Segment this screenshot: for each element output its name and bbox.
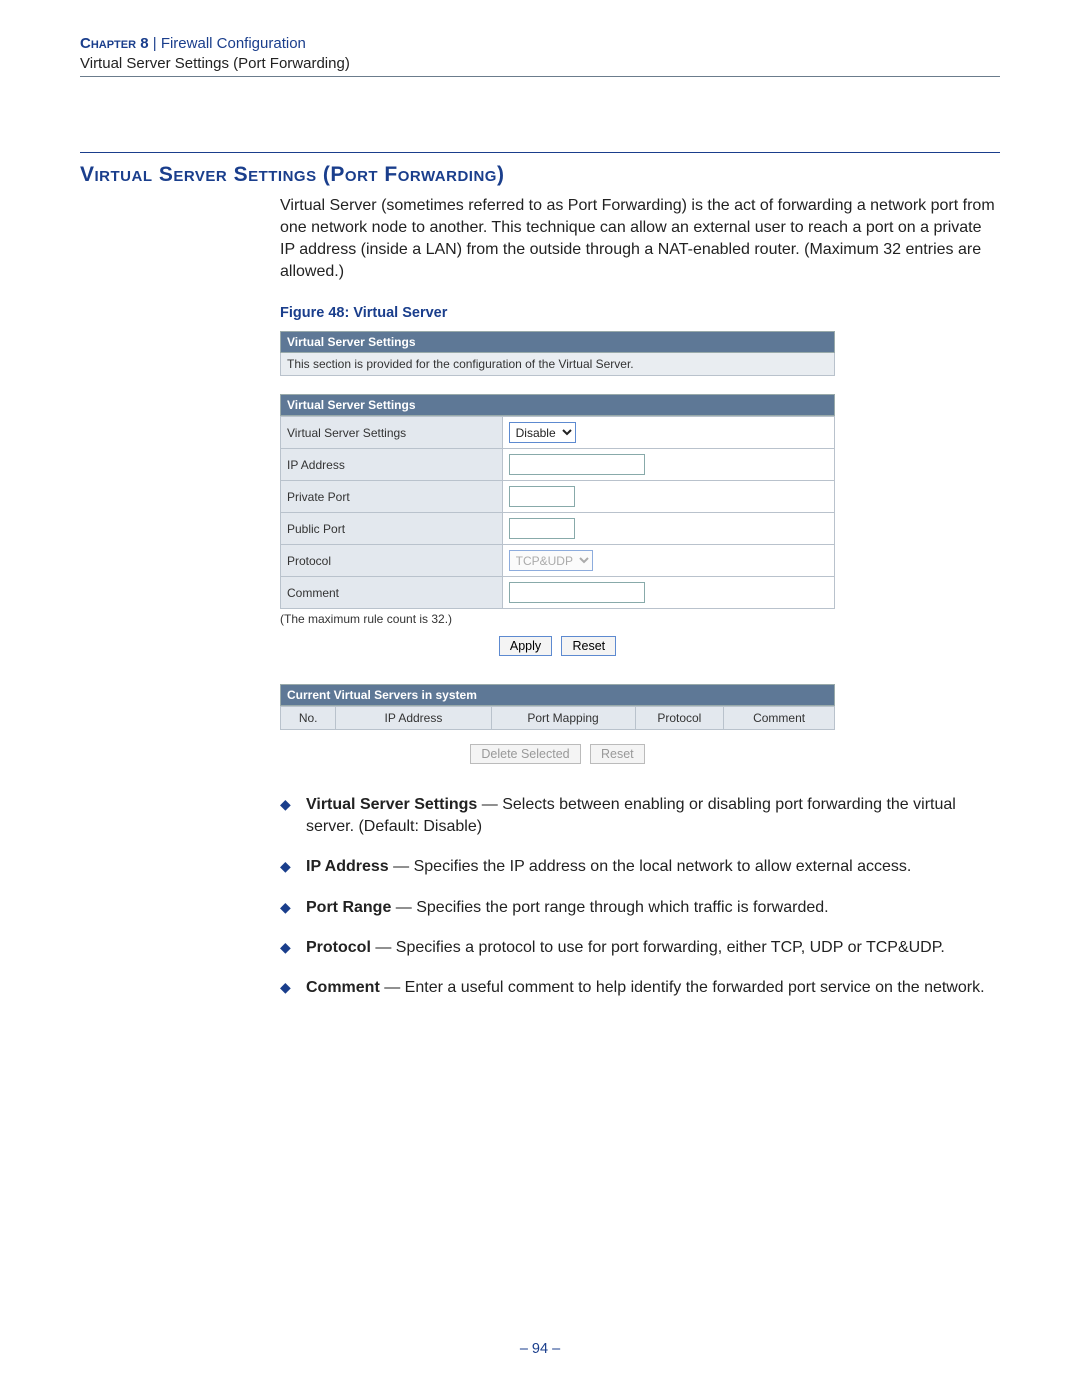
panel1-desc: This section is provided for the configu…: [280, 353, 835, 376]
bullet-item-port-range: Port Range — Specifies the port range th…: [280, 897, 1000, 919]
row-public-port-label: Public Port: [281, 513, 503, 545]
row-protocol-label: Protocol: [281, 545, 503, 577]
bullet-item-comment: Comment — Enter a useful comment to help…: [280, 977, 1000, 999]
section-rule: [80, 152, 1000, 153]
panel2-title: Virtual Server Settings: [280, 394, 835, 416]
reset-button[interactable]: Reset: [561, 636, 616, 656]
col-port-mapping: Port Mapping: [491, 707, 635, 730]
row-vss-label: Virtual Server Settings: [281, 417, 503, 449]
comment-input[interactable]: [509, 582, 645, 603]
bullet-item-vss: Virtual Server Settings — Selects betwee…: [280, 794, 1000, 838]
figure-virtual-server: Virtual Server Settings This section is …: [280, 331, 835, 764]
current-servers-table: No. IP Address Port Mapping Protocol Com…: [280, 706, 835, 730]
private-port-input[interactable]: [509, 486, 575, 507]
header-subtitle: Virtual Server Settings (Port Forwarding…: [80, 55, 1000, 72]
section-intro: Virtual Server (sometimes referred to as…: [280, 195, 1000, 283]
virtual-server-settings-select[interactable]: Disable: [509, 422, 576, 443]
header-separator: |: [149, 35, 161, 52]
settings-form-table: Virtual Server Settings Disable IP Addre…: [280, 416, 835, 609]
section-title: Virtual Server Settings (Port Forwarding…: [80, 163, 1000, 187]
chapter-label: Chapter 8: [80, 35, 149, 52]
max-rule-note: (The maximum rule count is 32.): [280, 612, 835, 626]
ip-address-input[interactable]: [509, 454, 645, 475]
chapter-title: Firewall Configuration: [161, 35, 306, 52]
col-no: No.: [281, 707, 336, 730]
panel1-title: Virtual Server Settings: [280, 331, 835, 353]
row-comment-label: Comment: [281, 577, 503, 609]
col-protocol: Protocol: [635, 707, 724, 730]
figure-caption: Figure 48: Virtual Server: [280, 305, 1000, 321]
protocol-select[interactable]: TCP&UDP: [509, 550, 593, 571]
delete-selected-button[interactable]: Delete Selected: [470, 744, 580, 764]
col-ip: IP Address: [336, 707, 491, 730]
bullet-item-protocol: Protocol — Specifies a protocol to use f…: [280, 937, 1000, 959]
public-port-input[interactable]: [509, 518, 575, 539]
bullet-item-ip: IP Address — Specifies the IP address on…: [280, 856, 1000, 878]
header-line-1: Chapter 8 | Firewall Configuration: [80, 35, 1000, 52]
row-ip-label: IP Address: [281, 449, 503, 481]
apply-button[interactable]: Apply: [499, 636, 552, 656]
row-private-port-label: Private Port: [281, 481, 503, 513]
col-comment: Comment: [724, 707, 835, 730]
reset-list-button[interactable]: Reset: [590, 744, 645, 764]
bullet-list: Virtual Server Settings — Selects betwee…: [280, 794, 1000, 998]
header-rule: [80, 76, 1000, 77]
panel3-title: Current Virtual Servers in system: [280, 684, 835, 706]
page-number: – 94 –: [0, 1341, 1080, 1357]
